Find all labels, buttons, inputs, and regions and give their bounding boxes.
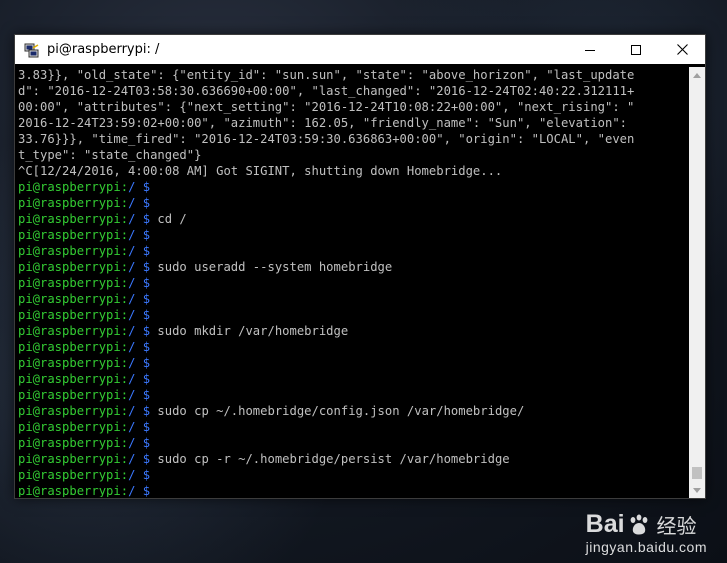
watermark-brand-right: 经验 <box>656 516 697 538</box>
prompt-user: pi@raspberrypi: <box>18 404 129 418</box>
maximize-icon <box>631 44 641 55</box>
prompt-path: / $ <box>128 196 151 210</box>
prompt-user: pi@raspberrypi: <box>18 292 129 306</box>
prompt-line: pi@raspberrypi:/ $ <box>17 307 689 323</box>
prompt-path: / $ <box>128 484 151 497</box>
prompt-line: pi@raspberrypi:/ $ <box>17 227 689 243</box>
prompt-user: pi@raspberrypi: <box>18 244 129 258</box>
prompt-path: / $ <box>128 228 151 242</box>
command-text: sudo cp -r ~/.homebridge/persist /var/ho… <box>157 452 510 466</box>
prompt-line: pi@raspberrypi:/ $ <box>17 195 689 211</box>
prompt-path: / $ <box>128 372 151 386</box>
prompt-line: pi@raspberrypi:/ $ <box>17 483 689 497</box>
prompt-path: / $ <box>128 356 151 370</box>
prompt-path: / $ <box>128 308 151 322</box>
prompt-line: pi@raspberrypi:/ $ <box>17 435 689 451</box>
prompt-user: pi@raspberrypi: <box>18 420 129 434</box>
scroll-down-button[interactable] <box>689 482 705 498</box>
prompt-path: / $ <box>128 420 151 434</box>
watermark-brand-left: Bai <box>585 510 625 538</box>
prompt-path: / $ <box>128 244 151 258</box>
window-title: pi@raspberrypi: / <box>47 42 160 57</box>
prompt-path: / $ <box>128 180 151 194</box>
prompt-line: pi@raspberrypi:/ $ cd / <box>17 211 689 227</box>
prompt-line: pi@raspberrypi:/ $ sudo cp -r ~/.homebri… <box>17 451 689 467</box>
prompt-line: pi@raspberrypi:/ $ <box>17 339 689 355</box>
prompt-user: pi@raspberrypi: <box>18 212 129 226</box>
prompt-user: pi@raspberrypi: <box>18 180 129 194</box>
prompt-path: / $ <box>128 212 151 226</box>
vertical-scrollbar[interactable] <box>689 67 705 498</box>
prompt-line: pi@raspberrypi:/ $ <box>17 243 689 259</box>
prompt-line: pi@raspberrypi:/ $ sudo mkdir /var/homeb… <box>17 323 689 339</box>
prompt-line: pi@raspberrypi:/ $ sudo cp ~/.homebridge… <box>17 403 689 419</box>
prompt-line: pi@raspberrypi:/ $ <box>17 291 689 307</box>
output-line: 00:00", "attributes": {"next_setting": "… <box>18 100 635 114</box>
prompt-path: / $ <box>128 324 151 338</box>
prompt-path: / $ <box>128 388 151 402</box>
prompt-path: / $ <box>128 468 151 482</box>
command-text: sudo mkdir /var/homebridge <box>157 324 349 338</box>
chevron-down-icon <box>693 487 701 493</box>
prompt-line: pi@raspberrypi:/ $ <box>17 371 689 387</box>
output-line: 33.76}}}, "time_fired": "2016-12-24T03:5… <box>18 132 635 146</box>
prompt-user: pi@raspberrypi: <box>18 468 129 482</box>
output-line: d": "2016-12-24T03:58:30.636690+00:00", … <box>18 84 635 98</box>
terminal-output[interactable]: 3.83}}, "old_state": {"entity_id": "sun.… <box>17 67 689 497</box>
prompt-user: pi@raspberrypi: <box>18 324 129 338</box>
command-text: cd / <box>157 212 187 226</box>
prompt-line: pi@raspberrypi:/ $ <box>17 179 689 195</box>
prompt-user: pi@raspberrypi: <box>18 372 129 386</box>
output-line: ^C[12/24/2016, 4:00:08 AM] Got SIGINT, s… <box>18 164 503 178</box>
prompt-user: pi@raspberrypi: <box>18 452 129 466</box>
paw-icon <box>630 514 647 534</box>
prompt-line: pi@raspberrypi:/ $ <box>17 467 689 483</box>
prompt-path: / $ <box>128 436 151 450</box>
prompt-user: pi@raspberrypi: <box>18 196 129 210</box>
prompt-user: pi@raspberrypi: <box>18 260 129 274</box>
command-text: sudo cp ~/.homebridge/config.json /var/h… <box>157 404 525 418</box>
output-line: t_type": "state_changed"} <box>18 148 202 162</box>
prompt-line: pi@raspberrypi:/ $ <box>17 387 689 403</box>
prompt-user: pi@raspberrypi: <box>18 484 129 497</box>
close-button[interactable] <box>659 35 705 64</box>
title-bar[interactable]: pi@raspberrypi: / <box>15 35 705 64</box>
maximize-button[interactable] <box>613 35 659 64</box>
minimize-button[interactable] <box>567 35 613 64</box>
prompt-user: pi@raspberrypi: <box>18 340 129 354</box>
prompt-path: / $ <box>128 292 151 306</box>
prompt-user: pi@raspberrypi: <box>18 228 129 242</box>
chevron-up-icon <box>693 72 701 78</box>
prompt-user: pi@raspberrypi: <box>18 308 129 322</box>
output-line: 2016-12-24T23:59:02+00:00", "azimuth": 1… <box>18 116 628 130</box>
scrollbar-thumb[interactable] <box>692 467 702 479</box>
prompt-user: pi@raspberrypi: <box>18 276 129 290</box>
baidu-jingyan-watermark: Bai 经验 jingyan.baidu.com <box>586 510 707 555</box>
prompt-user: pi@raspberrypi: <box>18 356 129 370</box>
prompt-line: pi@raspberrypi:/ $ <box>17 355 689 371</box>
command-text: sudo useradd --system homebridge <box>157 260 393 274</box>
output-line: 3.83}}, "old_state": {"entity_id": "sun.… <box>18 68 635 82</box>
prompt-user: pi@raspberrypi: <box>18 436 129 450</box>
putty-icon <box>24 43 39 57</box>
prompt-user: pi@raspberrypi: <box>18 388 129 402</box>
prompt-path: / $ <box>128 260 151 274</box>
prompt-path: / $ <box>128 452 151 466</box>
minimize-icon <box>585 49 595 51</box>
prompt-path: / $ <box>128 276 151 290</box>
prompt-path: / $ <box>128 340 151 354</box>
prompt-line: pi@raspberrypi:/ $ <box>17 419 689 435</box>
prompt-line: pi@raspberrypi:/ $ <box>17 275 689 291</box>
terminal-window: pi@raspberrypi: / 3.83}}, "old_state": {… <box>14 34 706 499</box>
watermark-url: jingyan.baidu.com <box>585 539 707 555</box>
prompt-path: / $ <box>128 404 151 418</box>
prompt-line: pi@raspberrypi:/ $ sudo useradd --system… <box>17 259 689 275</box>
scroll-up-button[interactable] <box>689 67 705 83</box>
close-icon <box>676 44 688 55</box>
